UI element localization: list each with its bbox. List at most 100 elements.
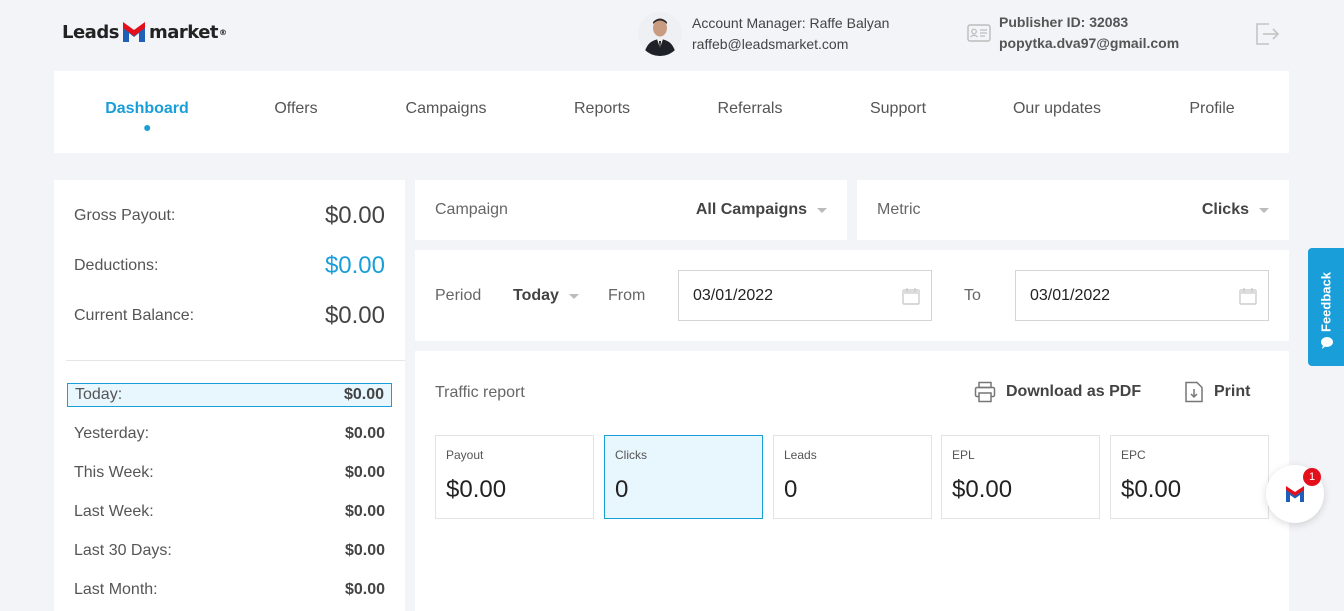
period-row-this-week[interactable]: This Week: $0.00: [67, 461, 392, 485]
metric-card-label: EPC: [1121, 448, 1146, 462]
period-label: Last 30 Days:: [74, 542, 172, 559]
main-nav: Dashboard Offers Campaigns Reports Refer…: [54, 71, 1289, 153]
metric-card-label: Payout: [446, 448, 484, 462]
logo-text-left: Leads: [62, 21, 119, 43]
nav-our-updates[interactable]: Our updates: [1013, 100, 1101, 118]
metric-card-leads[interactable]: Leads 0: [773, 435, 932, 519]
from-date-value: 03/01/2022: [693, 286, 774, 304]
metric-card-label: Clicks: [615, 448, 647, 462]
chat-bubble-icon: [1321, 337, 1333, 349]
nav-offers[interactable]: Offers: [274, 100, 317, 118]
nav-campaigns[interactable]: Campaigns: [406, 100, 487, 118]
period-row-yesterday[interactable]: Yesterday: $0.00: [67, 422, 392, 446]
calendar-icon: [1239, 288, 1257, 305]
to-label: To: [964, 287, 981, 304]
period-label: Last Week:: [74, 503, 154, 520]
current-balance-value: $0.00: [324, 302, 385, 329]
metric-select[interactable]: Clicks: [1202, 201, 1269, 219]
metric-card-value: 0: [784, 476, 798, 503]
publisher-id: Publisher ID: 32083: [999, 14, 1129, 30]
to-date-input[interactable]: 03/01/2022: [1015, 270, 1269, 321]
metric-card-value: $0.00: [1121, 476, 1182, 503]
metric-card-label: EPL: [952, 448, 975, 462]
download-pdf-button[interactable]: Download as PDF: [974, 381, 1141, 403]
campaign-label: Campaign: [435, 201, 508, 218]
logo-mark-icon: [121, 20, 147, 44]
logo[interactable]: Leads market ®: [62, 20, 227, 44]
period-label: Yesterday:: [74, 425, 150, 442]
deductions-value[interactable]: $0.00: [325, 252, 385, 280]
nav-profile[interactable]: Profile: [1189, 100, 1234, 118]
chevron-down-icon: [1259, 207, 1269, 213]
gross-payout-row: Gross Payout: $0.00: [74, 202, 385, 230]
campaign-filter: Campaign All Campaigns: [415, 180, 847, 240]
balance-panel: Gross Payout: $0.00 Deductions: $0.00 Cu…: [54, 180, 405, 611]
account-manager-name: Account Manager: Raffe Balyan: [692, 15, 890, 31]
logout-icon[interactable]: [1254, 21, 1280, 47]
deductions-row: Deductions: $0.00: [74, 252, 385, 280]
metric-card-epl[interactable]: EPL $0.00: [941, 435, 1100, 519]
print-button[interactable]: Print: [1184, 381, 1250, 403]
metric-card-value: 0: [615, 476, 629, 503]
period-row-today[interactable]: Today: $0.00: [67, 383, 392, 407]
publisher-info: Publisher ID: 32083 popytka.dva97@gmail.…: [967, 12, 1179, 54]
campaign-select-value: All Campaigns: [695, 201, 807, 218]
metric-card-value: $0.00: [952, 476, 1013, 503]
metric-card-clicks[interactable]: Clicks 0: [604, 435, 763, 519]
period-row-last-30-days[interactable]: Last 30 Days: $0.00: [67, 539, 392, 563]
nav-reports[interactable]: Reports: [574, 100, 630, 118]
divider: [66, 360, 405, 361]
period-value: $0.00: [344, 464, 385, 481]
period-label: Today:: [75, 386, 123, 403]
period-label: Last Month:: [74, 581, 158, 598]
period-select[interactable]: Today: [513, 287, 579, 305]
traffic-report-title: Traffic report: [435, 384, 525, 401]
period-value: $0.00: [344, 581, 385, 598]
download-file-icon: [1185, 381, 1203, 403]
campaign-select[interactable]: All Campaigns: [696, 201, 827, 219]
metric-card-payout[interactable]: Payout $0.00: [435, 435, 594, 519]
notification-badge: 1: [1303, 468, 1321, 486]
period-value: $0.00: [343, 386, 384, 403]
nav-dashboard[interactable]: Dashboard: [105, 100, 189, 118]
metric-select-value: Clicks: [1201, 201, 1249, 218]
print-label: Print: [1214, 383, 1251, 400]
period-row-last-month[interactable]: Last Month: $0.00: [67, 578, 392, 602]
gross-payout-value: $0.00: [324, 202, 385, 229]
period-label: Period: [435, 287, 482, 304]
metric-filter: Metric Clicks: [857, 180, 1289, 240]
period-row-last-week[interactable]: Last Week: $0.00: [67, 500, 392, 524]
metric-label: Metric: [877, 201, 921, 218]
publisher-email: popytka.dva97@gmail.com: [999, 35, 1180, 51]
printer-icon: [974, 381, 996, 403]
deductions-label: Deductions:: [74, 257, 159, 274]
feedback-label: Feedback: [1318, 272, 1334, 332]
avatar: [638, 12, 682, 56]
from-date-input[interactable]: 03/01/2022: [678, 270, 932, 321]
nav-support[interactable]: Support: [870, 100, 926, 118]
metric-card-label: Leads: [784, 448, 817, 462]
metric-card-epc[interactable]: EPC $0.00: [1110, 435, 1269, 519]
download-pdf-label: Download as PDF: [1006, 383, 1142, 400]
chevron-down-icon: [568, 293, 579, 299]
logo-registered: ®: [219, 27, 227, 37]
account-manager-email[interactable]: raffeb@leadsmarket.com: [692, 34, 889, 55]
gross-payout-label: Gross Payout:: [74, 207, 176, 224]
calendar-icon: [902, 288, 920, 305]
period-value: $0.00: [344, 503, 385, 520]
current-balance-row: Current Balance: $0.00: [74, 302, 385, 330]
feedback-tab[interactable]: Feedback: [1308, 248, 1344, 366]
id-card-icon: [967, 24, 991, 42]
period-label: This Week:: [74, 464, 154, 481]
from-label: From: [608, 287, 646, 304]
metric-card-value: $0.00: [446, 476, 507, 503]
logo-text-right: market: [148, 21, 219, 43]
account-manager: Account Manager: Raffe Balyan raffeb@lea…: [638, 12, 889, 56]
chevron-down-icon: [817, 207, 827, 213]
traffic-report: Traffic report Download as PDF Print Pay…: [415, 351, 1289, 611]
period-select-value: Today: [513, 287, 559, 304]
current-balance-label: Current Balance:: [74, 307, 195, 324]
nav-referrals[interactable]: Referrals: [718, 100, 783, 118]
period-filter: Period Today From 03/01/2022 To 03/01/20…: [415, 250, 1289, 341]
period-value: $0.00: [344, 542, 385, 559]
